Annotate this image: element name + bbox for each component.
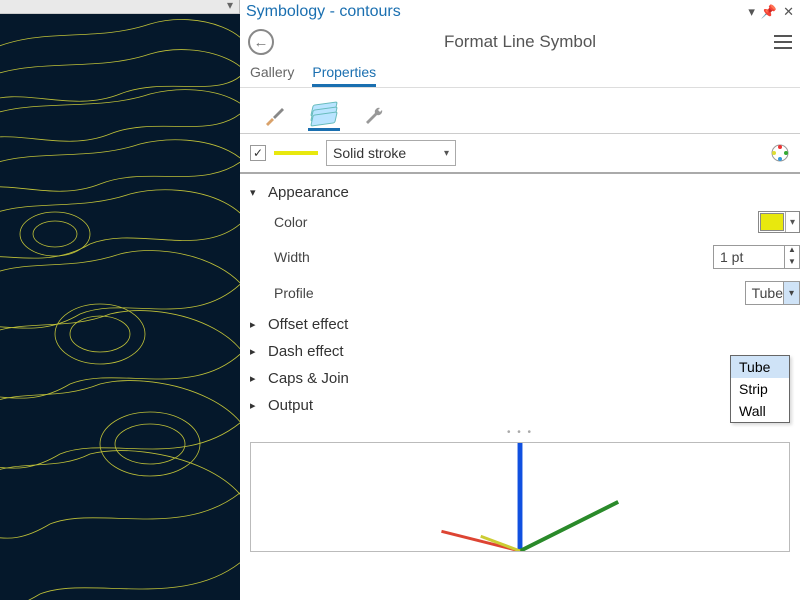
- axes-icon: [251, 443, 789, 551]
- close-icon[interactable]: ✕: [783, 4, 794, 20]
- stroke-preview: [274, 151, 318, 155]
- profile-dropdown-list: Tube Strip Wall: [730, 355, 790, 423]
- spin-up-icon[interactable]: ▲: [785, 245, 799, 257]
- chevron-down-icon: ▾: [785, 212, 799, 232]
- output-section[interactable]: ▸ Output: [240, 392, 800, 419]
- chevron-down-icon: ▾: [783, 282, 799, 304]
- stroke-visibility-checkbox[interactable]: ✓: [250, 145, 266, 161]
- chevron-right-icon: ▸: [250, 345, 262, 358]
- caps-join-section[interactable]: ▸ Caps & Join: [240, 365, 800, 392]
- profile-value: Tube: [752, 285, 783, 301]
- profile-option-strip[interactable]: Strip: [731, 378, 789, 400]
- appearance-heading: Appearance: [268, 184, 349, 201]
- color-picker[interactable]: ▾: [758, 211, 800, 233]
- chevron-down-icon: ▾: [250, 186, 262, 199]
- offset-effect-label: Offset effect: [268, 316, 348, 333]
- width-value: 1 pt: [714, 249, 784, 265]
- contour-map: [0, 14, 240, 600]
- stroke-type-select[interactable]: Solid stroke ▾: [326, 140, 456, 166]
- dash-effect-section[interactable]: ▸ Dash effect: [240, 338, 800, 365]
- color-vision-icon[interactable]: [770, 143, 790, 163]
- panel-title: Symbology - contours: [246, 3, 401, 21]
- width-label: Width: [274, 249, 414, 265]
- map-preview-pane: ▾: [0, 0, 240, 600]
- profile-option-tube[interactable]: Tube: [731, 356, 789, 378]
- spin-down-icon[interactable]: ▼: [785, 257, 799, 269]
- tab-gallery[interactable]: Gallery: [250, 60, 294, 87]
- dash-effect-label: Dash effect: [268, 343, 344, 360]
- chevron-right-icon: ▸: [250, 318, 262, 331]
- chevron-down-icon: ▾: [444, 148, 449, 159]
- chevron-right-icon: ▸: [250, 372, 262, 385]
- brush-icon: [262, 104, 286, 128]
- width-spinner[interactable]: 1 pt ▲ ▼: [713, 245, 800, 269]
- symbol-3d-preview[interactable]: [250, 442, 790, 552]
- collapse-icon[interactable]: ▾: [227, 0, 233, 12]
- panel-menu-icon[interactable]: ▾: [748, 4, 755, 20]
- layers-tab-icon[interactable]: [308, 101, 340, 131]
- left-pane-titlebar: ▾: [0, 0, 239, 14]
- offset-effect-section[interactable]: ▸ Offset effect: [240, 311, 800, 338]
- appearance-section-header[interactable]: ▾ Appearance: [240, 174, 800, 205]
- symbology-panel: Symbology - contours ▾ 📌 ✕ ← Format Line…: [240, 0, 800, 600]
- checkmark-icon: ✓: [253, 146, 263, 160]
- caps-join-label: Caps & Join: [268, 370, 349, 387]
- profile-select[interactable]: Tube ▾: [745, 281, 800, 305]
- symbol-tab-icon[interactable]: [258, 101, 290, 131]
- color-label: Color: [274, 214, 414, 230]
- output-label: Output: [268, 397, 313, 414]
- chevron-right-icon: ▸: [250, 399, 262, 412]
- section-title: Format Line Symbol: [240, 32, 800, 52]
- pin-icon[interactable]: 📌: [761, 4, 777, 20]
- structure-tab-icon[interactable]: [358, 101, 390, 131]
- profile-option-wall[interactable]: Wall: [731, 400, 789, 422]
- layers-icon: [310, 103, 338, 125]
- splitter-handle[interactable]: • • •: [240, 419, 800, 438]
- tab-properties[interactable]: Properties: [312, 60, 376, 87]
- color-swatch: [760, 213, 784, 231]
- wrench-icon: [362, 104, 386, 128]
- profile-label: Profile: [274, 285, 414, 301]
- stroke-type-label: Solid stroke: [333, 145, 406, 161]
